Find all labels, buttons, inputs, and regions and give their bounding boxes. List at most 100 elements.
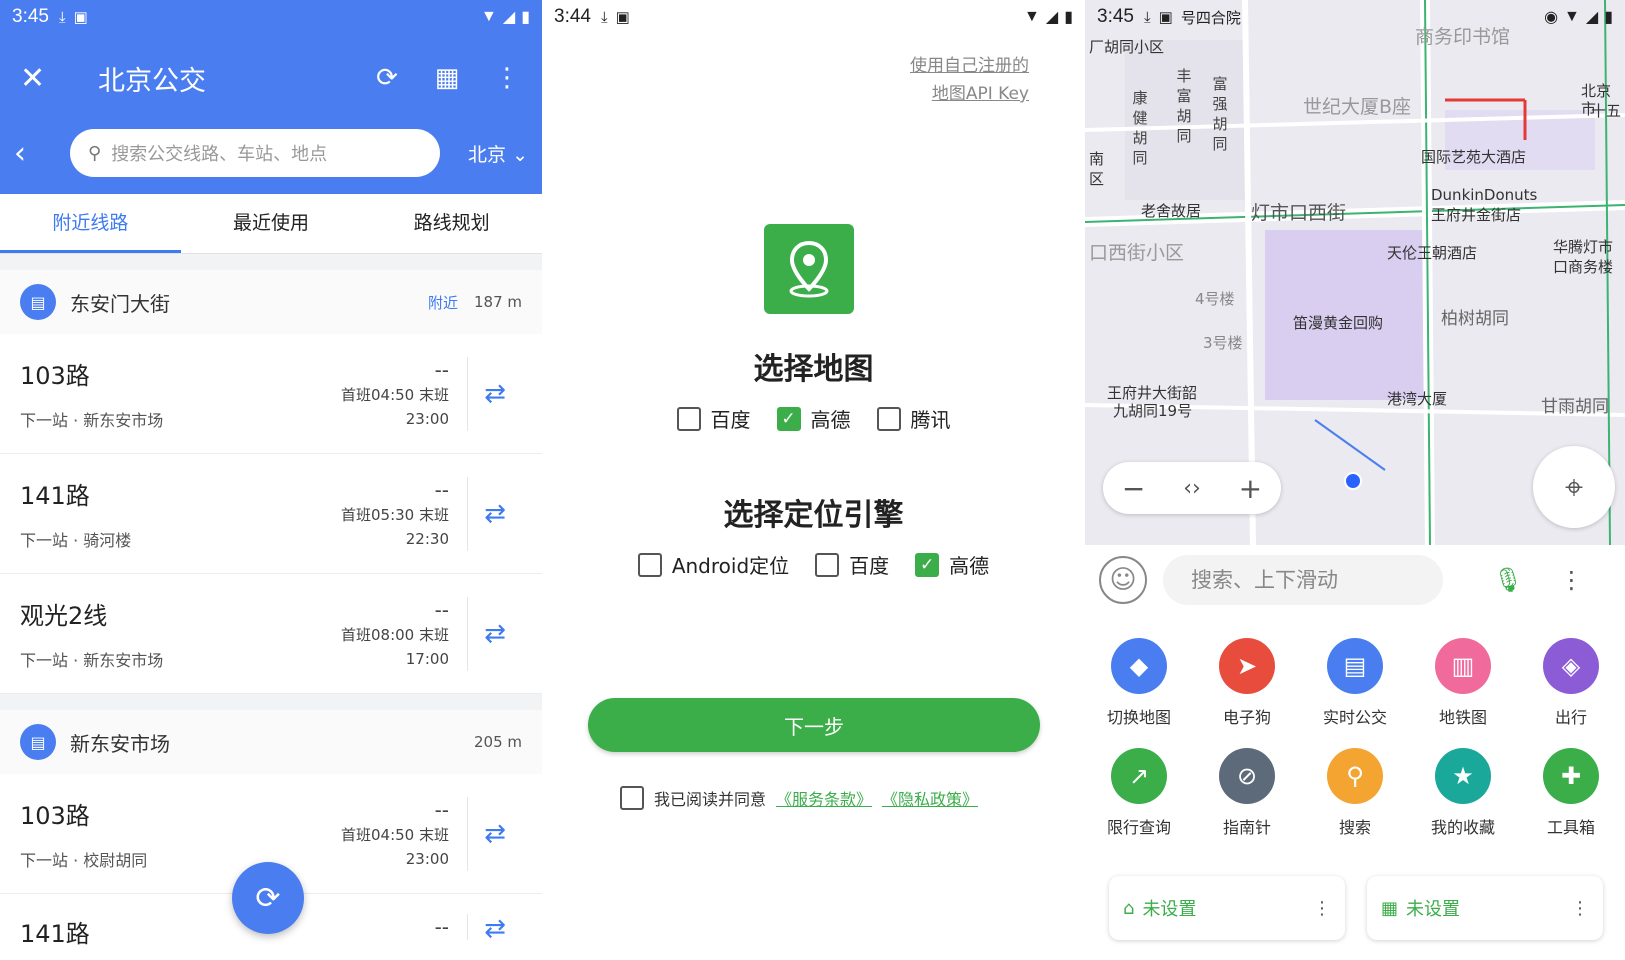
route-next-stop: 下一站 · 骑河楼 — [20, 531, 132, 550]
map-label: DunkinDonuts — [1431, 186, 1538, 204]
tab-nearby[interactable]: 附近线路 — [0, 194, 181, 253]
notification-icon: ▣ — [73, 9, 88, 26]
near-badge: 附近 — [427, 293, 458, 312]
privacy-link[interactable]: 《隐私政策》 — [882, 786, 978, 810]
tab-recent[interactable]: 最近使用 — [181, 194, 362, 253]
zoom-out-button[interactable]: − — [1122, 472, 1145, 505]
checkbox[interactable] — [815, 552, 840, 577]
engine-options: Android定位 百度 ✓ 高德 — [542, 550, 1085, 579]
stop-header[interactable]: ▤ 东安门大街 附近 187 m — [0, 270, 542, 334]
grid-item-compass[interactable]: ⊘ 指南针 — [1193, 748, 1301, 838]
checkbox-checked[interactable]: ✓ — [776, 406, 801, 431]
more-icon[interactable]: ⋮ — [1313, 898, 1331, 919]
route-next-stop: 下一站 · 新东安市场 — [20, 651, 164, 670]
app-header: 3:45 ⤓ ▣ ▼ ◢ ▮ ✕ 北京公交 ⟳ ▦ ⋮ ‹ ⚲ 搜索公交线路、车… — [0, 0, 542, 194]
register-link-line1: 使用自己注册的 — [910, 56, 1029, 76]
search-icon: ⚲ — [88, 142, 102, 164]
map-search-input[interactable]: 搜索、上下滑动 — [1163, 555, 1443, 605]
map-view[interactable]: 厂胡同小区 商务印书馆 世纪大厦B座 国际艺苑大酒店 老舍故居 灯市口西街 Du… — [1085, 0, 1625, 545]
route-name: 141路 — [20, 482, 90, 510]
close-icon[interactable]: ✕ — [20, 61, 68, 96]
map-app-screen: 厂胡同小区 商务印书馆 世纪大厦B座 国际艺苑大酒店 老舍故居 灯市口西街 Du… — [1085, 0, 1625, 960]
signal-icon: ◢ — [1045, 9, 1059, 26]
compass-icon: ⊘ — [1219, 748, 1275, 804]
refresh-fab[interactable]: ⟳ — [232, 862, 304, 934]
map-search-bar: ☺ 搜索、上下滑动 🎙 ⋮ — [1085, 545, 1625, 615]
microphone-icon[interactable]: 🎙 — [1493, 566, 1523, 594]
route-schedule: 首班04:50 末班 — [341, 825, 449, 844]
swap-direction-icon[interactable]: ⇄ — [468, 619, 522, 649]
agreement-row: 我已阅读并同意 《服务条款》 《隐私政策》 — [620, 786, 978, 810]
search-input[interactable]: ⚲ 搜索公交线路、车站、地点 — [70, 129, 440, 177]
map-label: 笛漫黄金回购 — [1293, 314, 1384, 332]
grid-item-speed-camera[interactable]: ➤ 电子狗 — [1193, 638, 1301, 728]
grid-item-favorites[interactable]: ★ 我的收藏 — [1409, 748, 1517, 838]
next-button[interactable]: 下一步 — [588, 698, 1040, 752]
code-icon[interactable]: ‹› — [1183, 476, 1201, 501]
my-location-button[interactable]: ⌖ — [1533, 446, 1615, 528]
grid-item-subway-map[interactable]: ▥ 地铁图 — [1409, 638, 1517, 728]
more-icon[interactable]: ⋮ — [1559, 566, 1583, 594]
map-option-gaode[interactable]: ✓ 高德 — [776, 404, 851, 433]
engine-option-gaode[interactable]: ✓ 高德 — [915, 550, 989, 579]
tab-route-plan[interactable]: 路线规划 — [361, 194, 542, 253]
grid-item-travel[interactable]: ◈ 出行 — [1517, 638, 1625, 728]
work-shortcut[interactable]: ▦ 未设置 ⋮ — [1367, 876, 1603, 940]
map-label: 华腾灯市 — [1553, 238, 1614, 256]
route-item[interactable]: 141路 下一站 · 骑河楼 -- 首班05:30 末班 22:30 ⇄ — [0, 454, 542, 574]
checkbox-checked[interactable]: ✓ — [915, 552, 940, 577]
more-icon[interactable]: ⋮ — [492, 63, 522, 93]
map-label: 4号楼 — [1195, 290, 1235, 308]
avatar[interactable]: ☺ — [1099, 556, 1147, 604]
home-label: 未设置 — [1142, 899, 1197, 920]
grid-item-realtime-bus[interactable]: ▤ 实时公交 — [1301, 638, 1409, 728]
checkbox[interactable] — [637, 552, 662, 577]
map-label: 柏树胡同 — [1441, 309, 1509, 329]
map-label: 灯市口西街 — [1251, 202, 1347, 224]
zoom-in-button[interactable]: + — [1239, 472, 1262, 505]
engine-option-android[interactable]: Android定位 — [637, 550, 789, 579]
grid-item-restriction[interactable]: ↗ 限行查询 — [1085, 748, 1193, 838]
swap-direction-icon[interactable]: ⇄ — [468, 499, 522, 529]
download-icon: ⤓ — [600, 8, 608, 26]
checkbox[interactable] — [876, 406, 901, 431]
route-last-bus: 23:00 — [405, 849, 449, 868]
home-shortcut[interactable]: ⌂ 未设置 ⋮ — [1109, 876, 1345, 940]
map-label: 口商务楼 — [1553, 258, 1614, 276]
status-icons: ▼ ◢ ▮ — [1024, 7, 1073, 27]
map-option-baidu[interactable]: 百度 — [676, 404, 751, 433]
back-icon[interactable]: ‹ — [14, 136, 70, 171]
location-icon: ◉ — [1544, 9, 1559, 26]
bus-app-screen: 3:45 ⤓ ▣ ▼ ◢ ▮ ✕ 北京公交 ⟳ ▦ ⋮ ‹ ⚲ 搜索公交线路、车… — [0, 0, 542, 960]
status-bar: 3:44 ⤓ ▣ ▼ ◢ ▮ — [542, 0, 1085, 34]
terms-link[interactable]: 《服务条款》 — [776, 786, 872, 810]
route-eta: -- — [434, 477, 449, 502]
subway-icon: ▥ — [1435, 638, 1491, 694]
signal-icon: ◢ — [502, 9, 516, 26]
city-selector[interactable]: 北京 ⌄ — [440, 140, 528, 167]
stop-distance: 187 m — [473, 293, 522, 311]
more-icon[interactable]: ⋮ — [1571, 898, 1589, 919]
map-label: 区 — [1089, 170, 1105, 188]
grid-item-toolbox[interactable]: ✚ 工具箱 — [1517, 748, 1625, 838]
refresh-icon[interactable]: ⟳ — [372, 63, 402, 93]
checkbox[interactable] — [676, 406, 701, 431]
grid-item-search[interactable]: ⚲ 搜索 — [1301, 748, 1409, 838]
map-option-tencent[interactable]: 腾讯 — [876, 404, 951, 433]
user-icon: ☺ — [1109, 565, 1137, 595]
map-label: 丰富胡同 — [1176, 67, 1192, 145]
engine-option-baidu[interactable]: 百度 — [815, 550, 889, 579]
building-icon[interactable]: ▦ — [432, 63, 462, 93]
restrict-icon: ↗ — [1111, 748, 1167, 804]
swap-direction-icon[interactable]: ⇄ — [468, 914, 522, 944]
stop-header[interactable]: ▤ 新东安市场 205 m — [0, 710, 542, 774]
swap-direction-icon[interactable]: ⇄ — [468, 379, 522, 409]
route-item[interactable]: 103路 下一站 · 新东安市场 -- 首班04:50 末班 23:00 ⇄ — [0, 334, 542, 454]
engine-heading: 选择定位引擎 — [723, 498, 904, 533]
register-api-key-link[interactable]: 使用自己注册的 地图API Key — [910, 52, 1029, 108]
route-item[interactable]: 观光2线 下一站 · 新东安市场 -- 首班08:00 末班 17:00 ⇄ — [0, 574, 542, 694]
swap-direction-icon[interactable]: ⇄ — [468, 819, 522, 849]
bus-icon: ▤ — [1327, 638, 1383, 694]
agree-checkbox[interactable] — [620, 786, 644, 810]
grid-item-switch-map[interactable]: ◆ 切换地图 — [1085, 638, 1193, 728]
